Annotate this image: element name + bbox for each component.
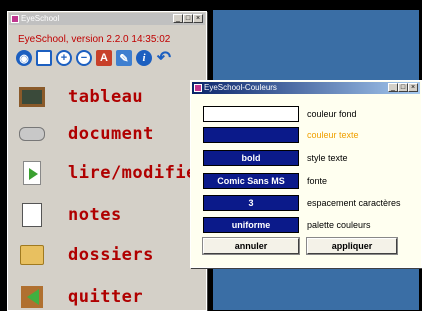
text-style-button[interactable]: bold (203, 150, 299, 166)
colors-window: EyeSchool-Couleurs _ □ × couleur fond co… (190, 80, 422, 268)
colors-title: EyeSchool-Couleurs (204, 83, 277, 92)
app-icon (11, 15, 19, 23)
row-text-style: bold style texte (203, 149, 348, 167)
zoom-in-icon[interactable]: + (56, 50, 72, 66)
main-window: EyeSchool _ □ × EyeSchool, version 2.2.0… (7, 11, 207, 311)
row-label: fonte (307, 176, 328, 186)
folder-icon (18, 242, 46, 268)
menu-label: quitter (68, 287, 144, 307)
edit-document-icon (18, 160, 46, 186)
row-background-color: couleur fond (203, 105, 357, 123)
row-color-palette: uniforme palette couleurs (203, 216, 371, 234)
maximize-button[interactable]: □ (398, 83, 408, 92)
exit-door-icon (18, 284, 46, 310)
colors-titlebar[interactable]: EyeSchool-Couleurs _ □ × (192, 82, 420, 94)
letter-spacing-button[interactable]: 3 (203, 195, 299, 211)
zoom-out-icon[interactable]: − (76, 50, 92, 66)
main-title: EyeSchool (21, 14, 60, 23)
menu-label: lire/modifier (68, 163, 208, 183)
menu-item-dossiers[interactable]: dossiers (18, 240, 208, 270)
menu-item-lire-modifier[interactable]: lire/modifier (18, 158, 208, 188)
minimize-button[interactable]: _ (388, 83, 398, 92)
pen-icon[interactable]: ✎ (116, 50, 132, 66)
menu-label: tableau (68, 87, 144, 107)
info-icon[interactable]: i (136, 50, 152, 66)
menu-label: dossiers (68, 245, 154, 265)
color-palette-button[interactable]: uniforme (203, 217, 299, 233)
cancel-button[interactable]: annuler (202, 237, 300, 255)
close-button[interactable]: × (408, 83, 418, 92)
row-text-color: couleur texte (203, 126, 359, 144)
row-label: palette couleurs (307, 220, 371, 230)
menu-item-notes[interactable]: notes (18, 200, 208, 230)
row-label: couleur texte (307, 130, 359, 140)
close-button[interactable]: × (193, 14, 203, 23)
minimize-button[interactable]: _ (173, 14, 183, 23)
blackboard-icon (18, 84, 46, 110)
row-label: espacement caractères (307, 198, 401, 208)
undo-icon[interactable]: ↶ (156, 48, 172, 67)
font-icon[interactable]: A (96, 50, 112, 66)
app-icon (194, 84, 202, 92)
row-font: Comic Sans MS fonte (203, 172, 327, 190)
version-line: EyeSchool, version 2.2.0 14:35:02 (18, 34, 171, 45)
menu-item-tableau[interactable]: tableau (18, 82, 208, 112)
menu-label: notes (68, 205, 122, 225)
apply-button[interactable]: appliquer (306, 237, 398, 255)
menu-item-quitter[interactable]: quitter (18, 282, 208, 311)
menu-label: document (68, 124, 154, 144)
row-label: style texte (307, 153, 348, 163)
font-button[interactable]: Comic Sans MS (203, 173, 299, 189)
book-icon[interactable] (36, 50, 52, 66)
main-titlebar[interactable]: EyeSchool _ □ × (9, 13, 205, 25)
scanner-icon (18, 121, 46, 147)
maximize-button[interactable]: □ (183, 14, 193, 23)
background-color-swatch[interactable] (203, 106, 299, 122)
menu-item-document[interactable]: document (18, 119, 208, 149)
text-color-swatch[interactable] (203, 127, 299, 143)
eye-icon[interactable]: ◉ (16, 50, 32, 66)
row-label: couleur fond (307, 109, 357, 119)
row-letter-spacing: 3 espacement caractères (203, 194, 401, 212)
notes-icon (18, 202, 46, 228)
toolbar: ◉ + − A ✎ i ↶ (16, 48, 172, 67)
